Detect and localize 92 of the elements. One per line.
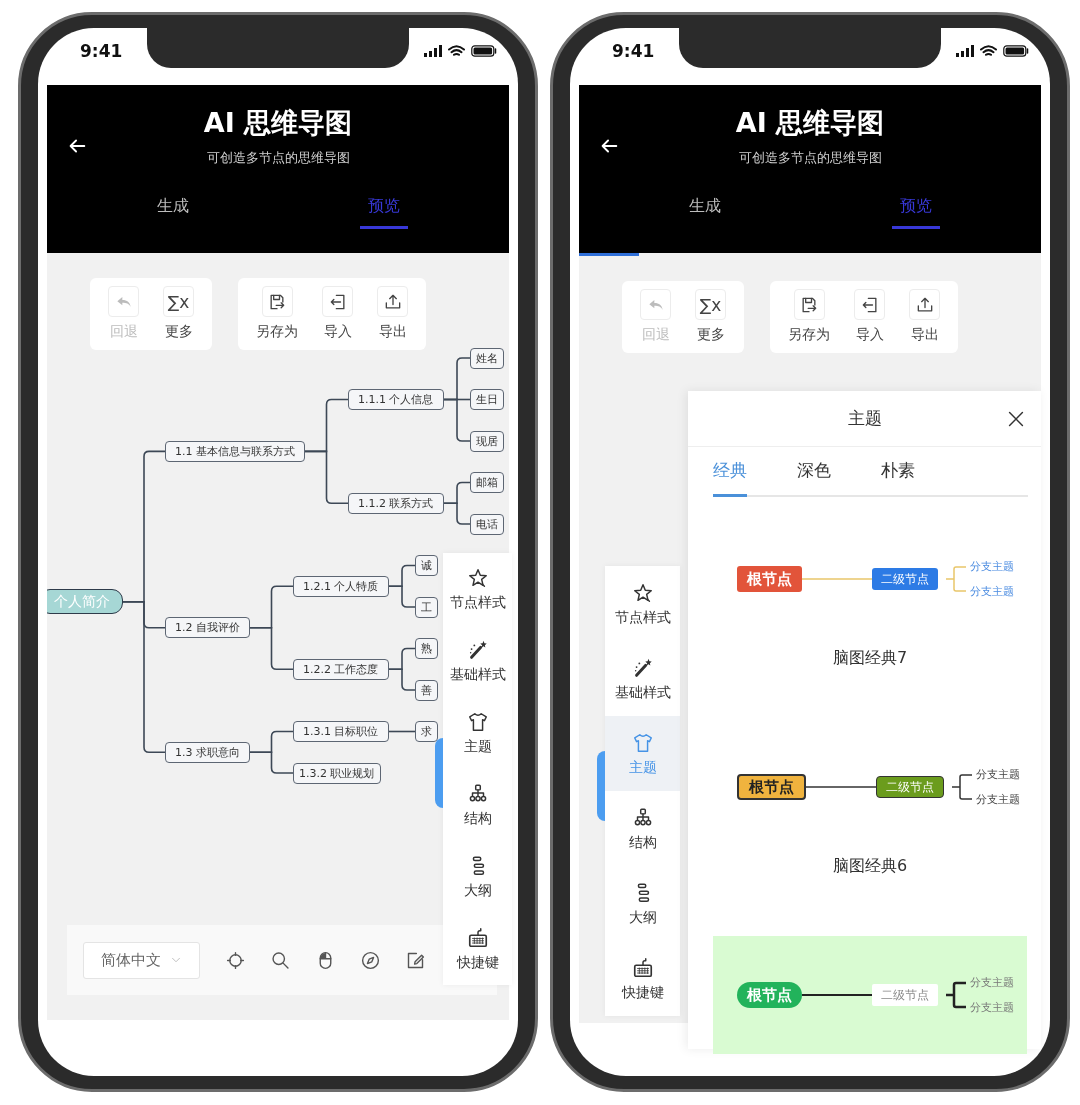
connector-line <box>802 993 872 997</box>
side-menu-item[interactable]: 节点样式 <box>605 566 680 641</box>
mind-map-node[interactable]: 姓名 <box>470 347 504 369</box>
connector-line <box>443 502 471 525</box>
mind-map-node[interactable]: 生日 <box>470 389 504 410</box>
branch-label: 分支主题 <box>970 584 1014 599</box>
side-menu-item[interactable]: 基础样式 <box>443 625 512 697</box>
connector-line <box>388 585 416 608</box>
app-subtitle: 可创造多节点的思维导图 <box>737 149 883 167</box>
bracket-line <box>946 979 966 1011</box>
root-node: 根节点 <box>737 982 802 1008</box>
mind-map-node[interactable]: 1.2 自我评价 <box>165 617 250 639</box>
battery-icon <box>1003 45 1030 57</box>
status-time: 9:41 <box>80 41 123 61</box>
crosshair-icon[interactable] <box>225 949 246 971</box>
drawer-handle[interactable] <box>597 751 605 821</box>
toolbar-button[interactable]: 另存为 <box>788 289 830 344</box>
search-icon[interactable] <box>270 949 291 971</box>
branch-label: 分支主题 <box>970 1000 1014 1015</box>
formula-symbol: ∑x <box>699 294 722 315</box>
mind-map-node[interactable]: 1.3 求职意向 <box>165 741 250 763</box>
mind-map-node[interactable]: 工 <box>415 596 438 618</box>
theme-name: 脑图经典6 <box>831 854 909 877</box>
mind-map-node[interactable]: 熟 <box>415 638 438 659</box>
tab[interactable]: 生成 <box>599 181 810 231</box>
keyboard-icon <box>466 927 489 949</box>
root-node: 根节点 <box>737 774 806 800</box>
secondary-node: 二级节点 <box>872 568 938 590</box>
app-title: AI 思维导图 <box>202 106 354 140</box>
formula-symbol: ∑x <box>167 291 190 312</box>
theme-preview[interactable]: 根节点 二级节点 分支主题 分支主题 <box>713 936 1027 1054</box>
side-menu-item[interactable]: 结构 <box>443 769 512 841</box>
app-subtitle: 可创造多节点的思维导图 <box>205 149 351 167</box>
t-shirt-icon <box>466 711 489 733</box>
branch-label: 分支主题 <box>970 559 1014 574</box>
t-shirt-icon <box>631 731 654 754</box>
tab[interactable]: 深色 <box>797 447 831 497</box>
bracket-line <box>946 563 966 595</box>
mind-map-node[interactable]: 现居 <box>470 430 504 452</box>
language-select[interactable]: 简体中文 <box>83 941 200 979</box>
side-menu-item[interactable]: 节点样式 <box>443 553 512 625</box>
mind-map-node[interactable]: 诚 <box>415 555 438 576</box>
side-menu-item[interactable]: 快捷键 <box>443 913 512 985</box>
panel-title: 主题 <box>846 407 883 430</box>
mind-map-node[interactable]: 邮箱 <box>470 472 504 493</box>
mind-map-node[interactable]: 电话 <box>470 513 504 535</box>
side-menu-item[interactable]: 快捷键 <box>605 941 680 1016</box>
secondary-node: 二级节点 <box>872 984 938 1006</box>
keyboard-icon <box>631 956 654 979</box>
branch-label: 分支主题 <box>976 767 1020 782</box>
tab[interactable]: 生成 <box>67 181 278 231</box>
signal-icon <box>424 45 442 57</box>
branch-label: 分支主题 <box>970 975 1014 990</box>
theme-name: 脑图经典7 <box>831 646 909 669</box>
side-menu-item[interactable]: 大纲 <box>605 866 680 941</box>
bracket-line <box>952 771 972 803</box>
mind-map-node[interactable]: 1.1 基本信息与联系方式 <box>165 440 305 462</box>
side-menu-item[interactable]: 主题 <box>443 697 512 769</box>
wifi-icon <box>448 45 465 57</box>
drawer-handle[interactable] <box>435 738 443 808</box>
battery-icon <box>471 45 498 57</box>
connector-line <box>388 730 416 733</box>
tab[interactable]: 经典 <box>713 447 747 497</box>
mind-map-node[interactable]: 1.3.2 职业规划 <box>293 762 381 784</box>
mind-map-node[interactable]: 1.3.1 目标职位 <box>293 721 389 742</box>
compass-icon[interactable] <box>360 949 381 971</box>
side-menu-item[interactable]: 大纲 <box>443 841 512 913</box>
mind-map-node[interactable]: 1.1.1 个人信息 <box>348 389 444 410</box>
branch-label: 分支主题 <box>976 792 1020 807</box>
connector-line <box>388 668 416 691</box>
mind-map-node[interactable]: 1.2.2 工作态度 <box>293 658 389 680</box>
mind-map-node[interactable]: 1.2.1 个人特质 <box>293 575 389 597</box>
status-time: 9:41 <box>612 41 655 61</box>
wifi-icon <box>980 45 997 57</box>
mind-map-node[interactable]: 1.1.2 联系方式 <box>348 492 444 514</box>
side-menu-item[interactable]: 基础样式 <box>605 641 680 716</box>
connector-line <box>304 450 349 505</box>
connector-line <box>249 751 294 774</box>
toolbar-button[interactable]: 另存为 <box>256 286 298 341</box>
root-node: 根节点 <box>737 566 802 592</box>
connector-line <box>806 785 876 789</box>
star-outline-icon <box>466 567 489 589</box>
connector-line <box>249 626 294 671</box>
tab[interactable]: 朴素 <box>881 447 915 497</box>
connector-line <box>802 577 872 581</box>
signal-icon <box>956 45 974 57</box>
app-title: AI 思维导图 <box>734 106 886 140</box>
star-outline-icon <box>631 581 654 604</box>
side-menu-item[interactable]: 结构 <box>605 791 680 866</box>
secondary-node: 二级节点 <box>876 776 944 798</box>
mind-map-node[interactable]: 善 <box>415 679 438 701</box>
mind-map-node[interactable]: 求 <box>415 721 438 742</box>
